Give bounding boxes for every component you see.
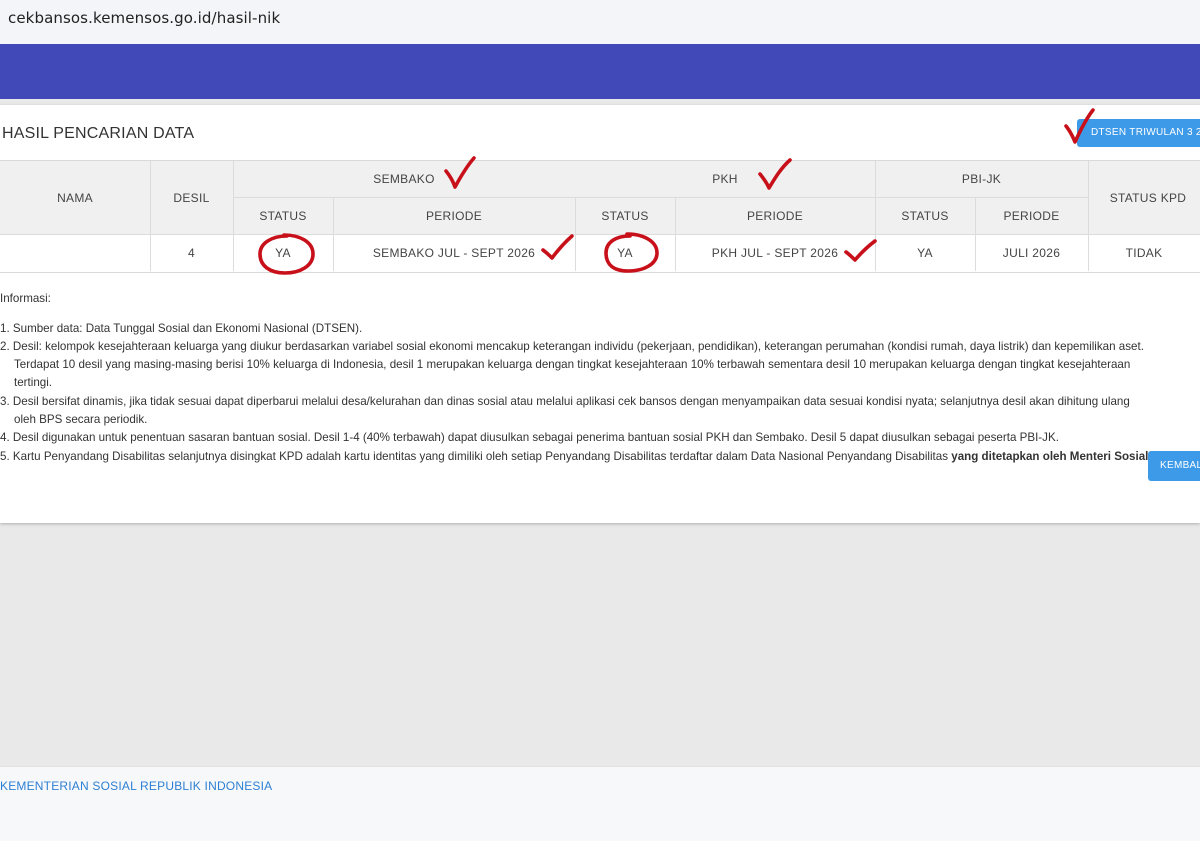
dtsen-period-button[interactable]: DTSEN TRIWULAN 3 2026 (1077, 119, 1200, 147)
header-banner (0, 44, 1200, 99)
url-text[interactable]: cekbansos.kemensos.go.id/hasil-nik (8, 9, 280, 27)
browser-address-bar[interactable]: cekbansos.kemensos.go.id/hasil-nik (0, 0, 1200, 39)
info-line-5: 5. Kartu Penyandang Disabilitas selanjut… (0, 450, 1148, 463)
grid-line (0, 234, 1200, 235)
info-line-1: 1. Sumber data: Data Tunggal Sosial dan … (0, 322, 363, 335)
info-line-2c: tertingi. (14, 376, 53, 389)
cell-pbijk-periode: JULI 2026 (1002, 245, 1061, 260)
footer-text[interactable]: KEMENTERIAN SOSIAL REPUBLIK INDONESIA (0, 779, 272, 793)
header-desil: DESIL (150, 161, 233, 234)
grid-line (1088, 161, 1089, 271)
cell-pkh-periode: PKH JUL - SEPT 2026 (711, 245, 839, 260)
header-pkh-label: PKH (712, 172, 738, 186)
header-pbijk-status: STATUS (875, 197, 975, 234)
info-line-3: 3. Desil bersifat dinamis, jika tidak se… (0, 395, 1130, 408)
grid-line (233, 197, 1088, 198)
grid-line (875, 161, 876, 271)
header-pkh-status: STATUS (575, 197, 675, 234)
cell-nama (0, 234, 150, 271)
grid-line (575, 197, 576, 271)
info-line-3b: oleh BPS secara periodik. (14, 413, 148, 426)
cell-desil: 4 (188, 245, 195, 260)
result-table: NAMA DESIL SEMBAKO PKH PBI-JK STATUS KPD… (0, 160, 1200, 273)
back-button[interactable]: KEMBALI (1148, 451, 1200, 481)
cell-pbijk-status: YA (917, 245, 933, 260)
page-title: HASIL PENCARIAN DATA (2, 125, 195, 142)
cell-sembako-periode: SEMBAKO JUL - SEPT 2026 (372, 245, 536, 260)
grid-line (233, 161, 234, 271)
grid-line (333, 197, 334, 271)
info-line-5-text: 5. Kartu Penyandang Disabilitas selanjut… (0, 450, 952, 463)
footer: KEMENTERIAN SOSIAL REPUBLIK INDONESIA (0, 766, 1200, 841)
header-pkh-periode: PERIODE (675, 197, 875, 234)
header-pbijk-periode: PERIODE (975, 197, 1088, 234)
header-pbijk: PBI-JK (875, 161, 1088, 197)
cell-status-kpd: TIDAK (1125, 245, 1163, 260)
header-sembako-label: SEMBAKO (373, 172, 435, 186)
header-nama: NAMA (0, 161, 150, 234)
grid-line (975, 197, 976, 271)
cell-pkh-status: YA (617, 245, 633, 260)
grid-line (150, 161, 151, 271)
info-line-4: 4. Desil digunakan untuk penentuan sasar… (0, 431, 1059, 444)
header-pkh: PKH (575, 161, 875, 197)
grid-line (675, 197, 676, 271)
result-card: HASIL PENCARIAN DATA DTSEN TRIWULAN 3 20… (0, 105, 1200, 523)
info-line-5-bold: yang ditetapkan oleh Menteri Sosial (951, 450, 1149, 463)
header-sembako-status: STATUS (233, 197, 333, 234)
info-heading: Informasi: (0, 292, 51, 305)
header-sembako-periode: PERIODE (333, 197, 575, 234)
info-line-2b: Terdapat 10 desil yang masing-masing ber… (14, 358, 1131, 371)
header-status-kpd-label: STATUS KPD (1109, 190, 1187, 205)
header-status-kpd: STATUS KPD (1088, 161, 1200, 234)
cell-sembako-status: YA (275, 245, 291, 260)
info-line-2: 2. Desil: kelompok kesejahteraan keluarg… (0, 340, 1144, 353)
